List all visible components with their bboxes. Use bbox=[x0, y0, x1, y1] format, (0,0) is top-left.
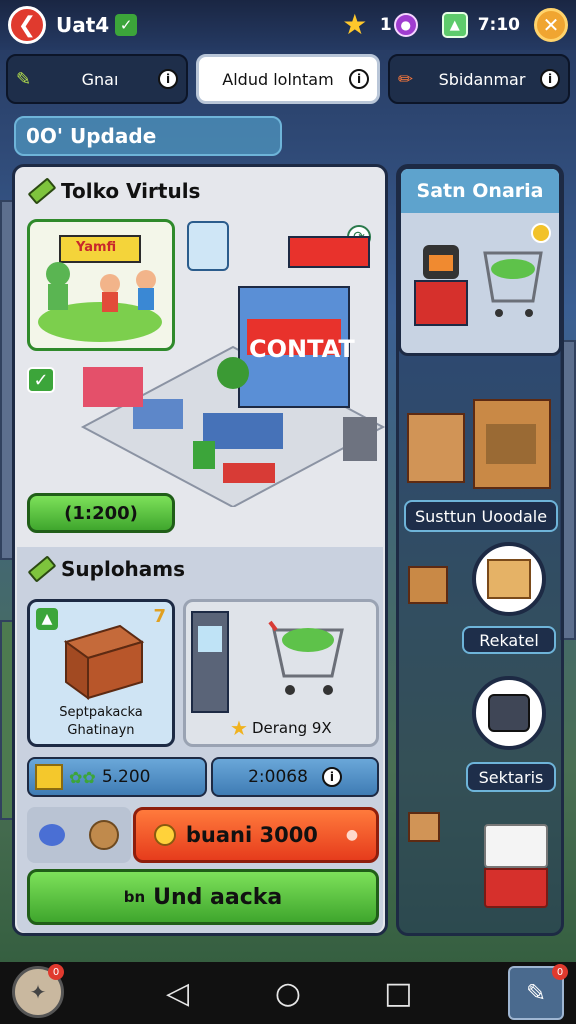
safe-icon bbox=[488, 694, 530, 732]
tab-label: Sbidanmar bbox=[438, 69, 526, 89]
star-icon: ★ bbox=[342, 8, 368, 41]
stat-left: 5.200 bbox=[101, 767, 151, 787]
info-icon[interactable]: i bbox=[158, 69, 178, 89]
coin-small-icon: ● bbox=[345, 827, 359, 843]
tab-label: Gnaı bbox=[81, 69, 119, 89]
tab-label: Aldud lolntam bbox=[222, 69, 334, 89]
tab-bar: ✎ Gnaı i Aldud lolntam i ✏ Sbidanmar i bbox=[6, 54, 570, 104]
buy-label: buani 3000 bbox=[185, 823, 318, 847]
side-pill-2[interactable]: Sektaris bbox=[466, 762, 556, 792]
clover-icon: ✿✿ bbox=[69, 767, 96, 787]
safe-button[interactable] bbox=[472, 676, 546, 750]
hat-icon[interactable] bbox=[39, 824, 65, 846]
buy-button[interactable]: buani 3000 ● bbox=[133, 807, 379, 863]
side-card[interactable]: Satn Onaria bbox=[398, 166, 562, 356]
shop-panel: Tolko Virtuls Yamfi ⟳ ✓ CONTAT (1:200) S… bbox=[12, 164, 388, 936]
recents-nav-icon[interactable]: □ bbox=[378, 976, 418, 1011]
cooler-icon[interactable] bbox=[484, 824, 548, 910]
stat-right: 2:0068 bbox=[248, 767, 308, 787]
supplies-heading: Suplohams bbox=[27, 555, 186, 583]
tab-sbidanmar[interactable]: ✏ Sbidanmar i bbox=[388, 54, 570, 104]
crates-illustration bbox=[407, 399, 551, 489]
supply-card-package[interactable]: ▲ 7 Septpakacka Ghatinayn bbox=[27, 599, 175, 747]
pencil-icon bbox=[27, 555, 57, 583]
info-icon[interactable]: i bbox=[321, 767, 342, 787]
machine-illustration bbox=[414, 245, 543, 326]
top-bar: ❮ Uat4 ✓ ★ 1 ● ▲ 7:10 ✕ bbox=[0, 0, 576, 50]
tab-gnai[interactable]: ✎ Gnaı i bbox=[6, 54, 188, 104]
checkmark-icon: ✓ bbox=[115, 14, 138, 36]
small-crate-icon bbox=[408, 566, 448, 604]
gold-bars-icon bbox=[35, 764, 63, 790]
card-label: Derang 9X bbox=[251, 719, 332, 737]
cookie-icon[interactable] bbox=[89, 820, 119, 850]
cart-illustration bbox=[191, 611, 344, 713]
side-upgrade-label[interactable]: Susttun Uoodale bbox=[404, 500, 558, 532]
close-icon[interactable]: ✕ bbox=[534, 8, 568, 42]
star-count: 1 bbox=[379, 15, 392, 35]
item-slots bbox=[27, 807, 131, 863]
reward-box-icon: ▲ bbox=[441, 12, 468, 38]
upgrade-prefix: bn bbox=[123, 888, 146, 906]
store-sign: CONTAT bbox=[249, 335, 355, 363]
info-icon[interactable]: i bbox=[349, 69, 369, 89]
box-illustration bbox=[63, 624, 145, 700]
tiny-crate-icon bbox=[408, 812, 440, 842]
stats-bar: ✿✿ 5.200 2:0068 i bbox=[27, 757, 379, 797]
package-button[interactable] bbox=[472, 542, 546, 616]
back-nav-icon[interactable]: ◁ bbox=[158, 976, 198, 1011]
upgrade-button[interactable]: bn Und aacka bbox=[27, 869, 379, 925]
side-title: Satn Onaria bbox=[401, 169, 559, 213]
section-title: 0O' Updade bbox=[14, 116, 282, 156]
star-counter: ★ 1 ● bbox=[340, 10, 418, 40]
card-label: Ghatinayn bbox=[67, 723, 135, 738]
card-label: Septpakacka bbox=[59, 705, 143, 720]
notification-badge: 0 bbox=[48, 964, 64, 980]
supplies-title: Suplohams bbox=[61, 557, 186, 581]
store-illustration bbox=[80, 236, 386, 507]
gold-star-icon: ★ bbox=[230, 716, 248, 740]
supply-card-cart[interactable]: ★ Derang 9X bbox=[183, 599, 379, 747]
shop-heading: Tolko Virtuls bbox=[27, 177, 201, 205]
tab-aldud[interactable]: Aldud lolntam i bbox=[196, 54, 380, 104]
home-nav-icon[interactable]: ○ bbox=[268, 976, 308, 1011]
notification-badge: 0 bbox=[552, 964, 568, 980]
brush-icon: ✏ bbox=[398, 68, 414, 90]
coin-icon bbox=[153, 824, 176, 846]
system-nav-bar: ◁ ○ □ bbox=[0, 962, 576, 1024]
pencil-icon bbox=[27, 177, 57, 205]
upgrade-label: Und aacka bbox=[153, 884, 283, 910]
timer-value: 7:10 bbox=[477, 15, 520, 35]
back-arrow-icon[interactable]: ❮ bbox=[8, 6, 46, 44]
timer: ▲ 7:10 bbox=[441, 12, 520, 38]
price-button[interactable]: (1:200) bbox=[27, 493, 175, 533]
gem-icon[interactable]: ● bbox=[393, 13, 418, 37]
shop-title: Tolko Virtuls bbox=[61, 179, 201, 203]
game-title: Uat4 bbox=[56, 13, 110, 37]
side-pill-1[interactable]: Rekatel bbox=[462, 626, 556, 654]
package-icon bbox=[487, 559, 531, 599]
pencil-icon: ✎ bbox=[16, 68, 32, 90]
info-icon[interactable]: i bbox=[540, 69, 560, 89]
